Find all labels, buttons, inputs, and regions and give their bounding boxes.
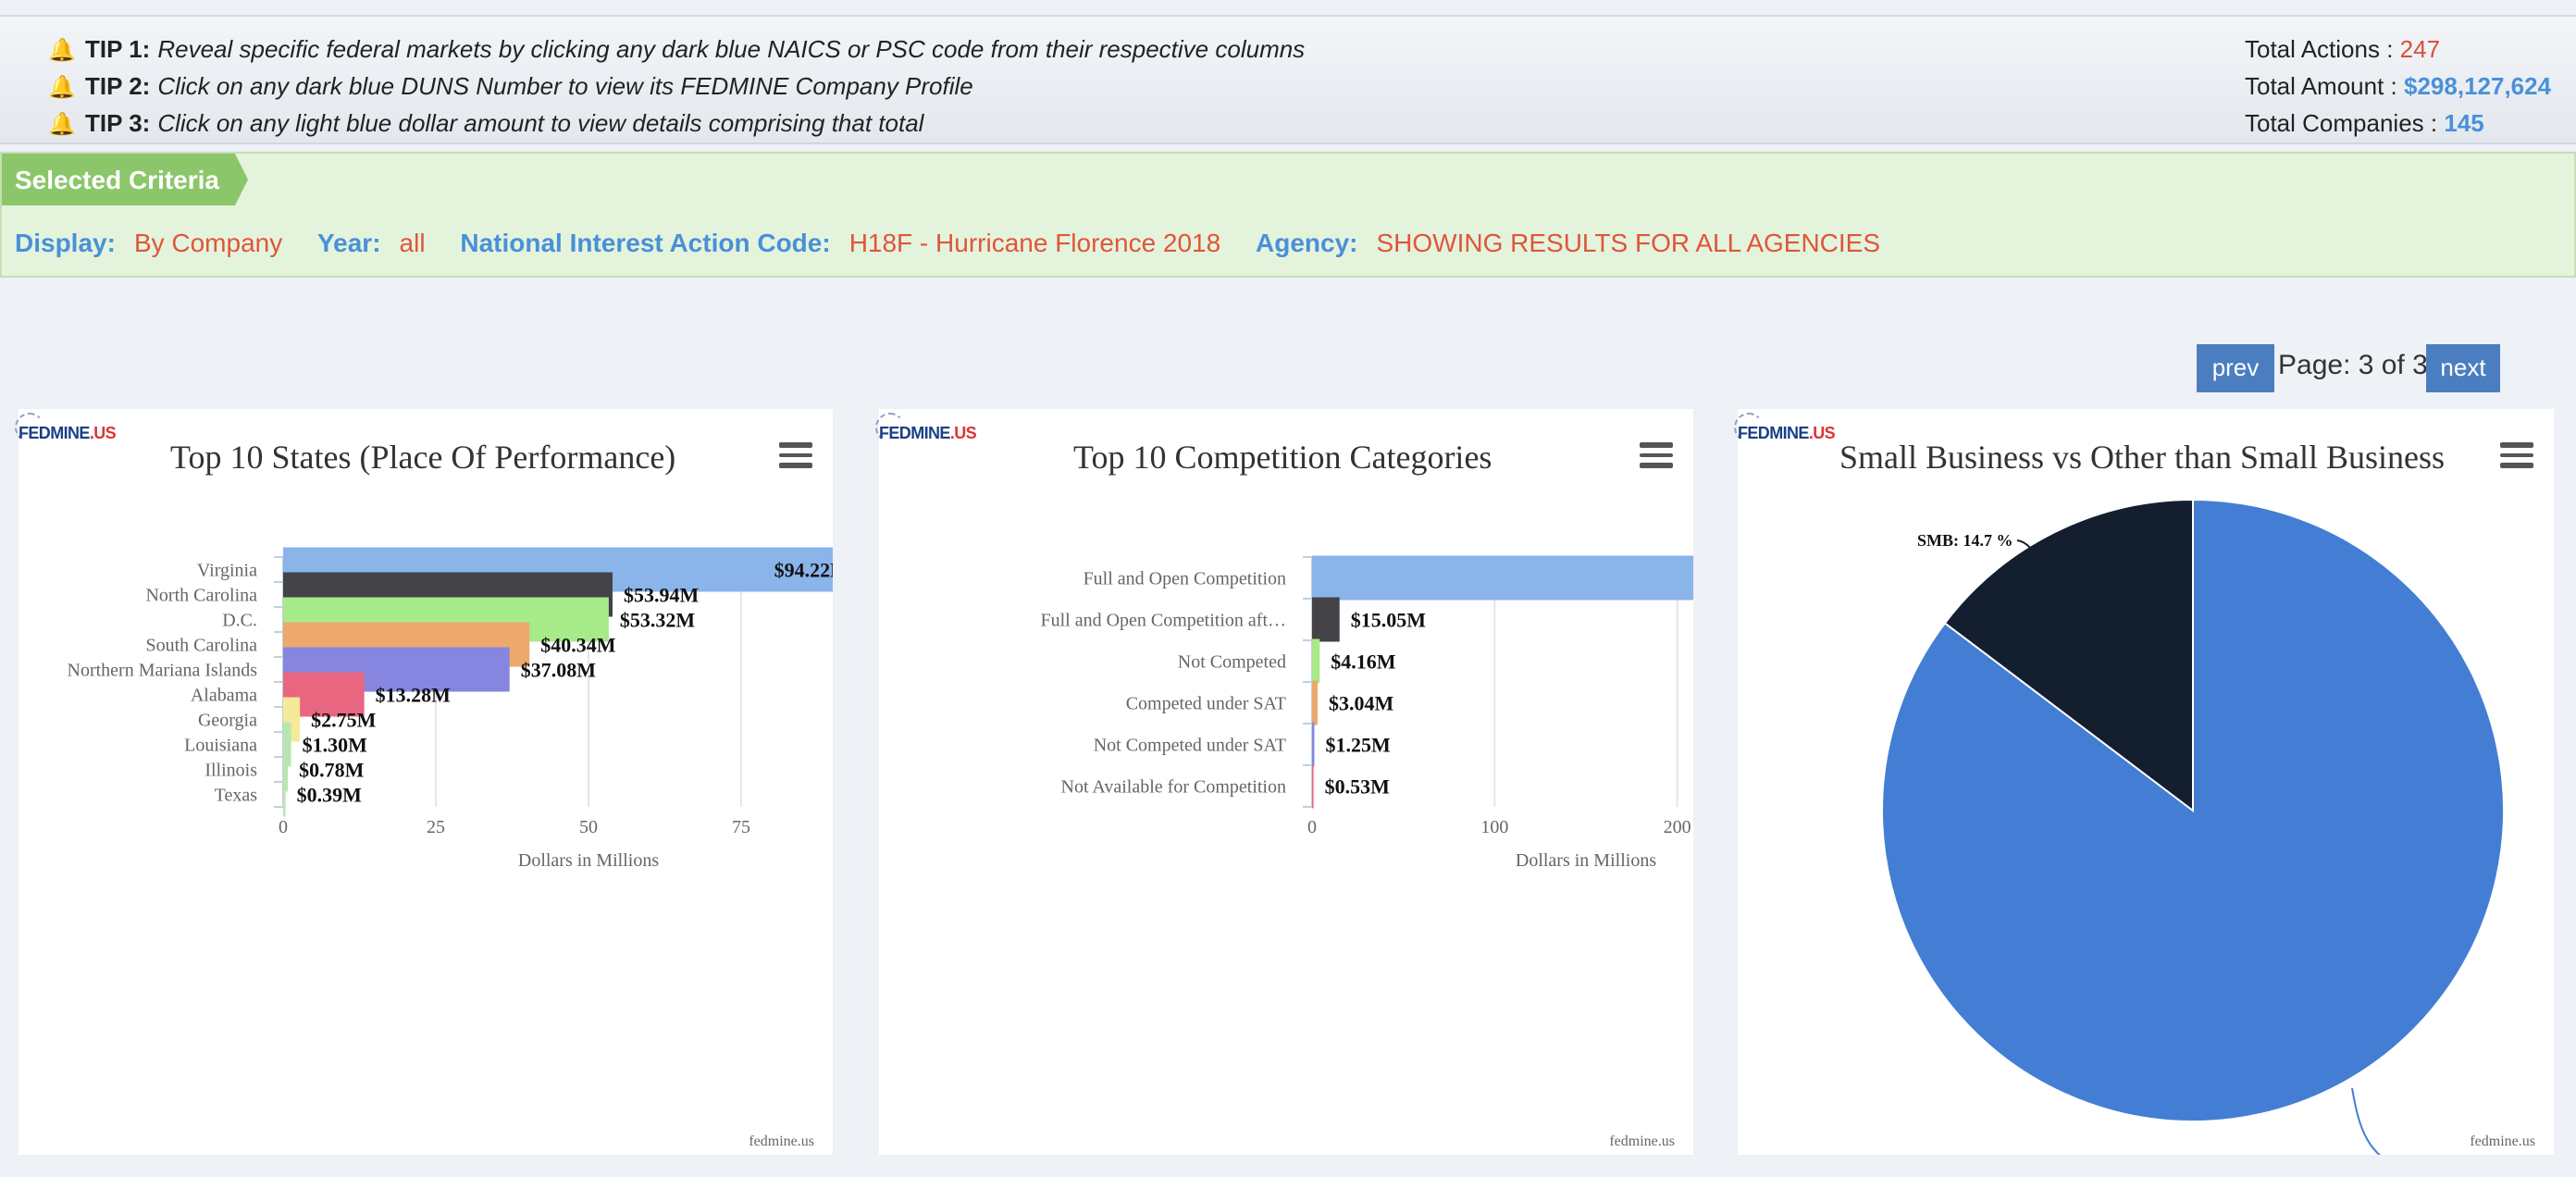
x-tick-label: 100 (1480, 817, 1508, 837)
category-label: Virginia (197, 561, 257, 581)
data-label: $2.75M (311, 709, 377, 732)
category-label: Louisiana (184, 736, 257, 756)
bar (1312, 763, 1314, 809)
tip-label: TIP 1: (85, 35, 151, 63)
data-label: $40.34M (540, 634, 616, 657)
total-amount: Total Amount : $298,127,624 (2245, 72, 2551, 100)
tip-text: Click on any dark blue DUNS Number to vi… (157, 72, 973, 100)
agency-label: Agency: (1256, 228, 1358, 257)
bar-chart-states: 0255075100Virginia$94.22MNorth Carolina$… (68, 547, 833, 871)
display-value: By Company (133, 228, 283, 257)
bar (1312, 555, 1693, 601)
total-companies-label: Total Companies : (2245, 109, 2445, 137)
x-tick-label: 25 (427, 817, 445, 837)
total-amount-label: Total Amount : (2245, 72, 2404, 100)
total-amount-value[interactable]: $298,127,624 (2404, 72, 2551, 100)
tip-label: TIP 2: (85, 72, 151, 100)
category-label: Georgia (198, 711, 257, 731)
bar (1312, 597, 1340, 642)
total-companies: Total Companies : 145 (2245, 109, 2484, 137)
category-label: Full and Open Competition (1084, 569, 1286, 589)
x-tick-label: 0 (1307, 817, 1317, 837)
data-label: $94.22M (774, 559, 833, 582)
page-indicator: Page: 3 of 3 (2278, 350, 2428, 381)
category-label: D.C. (222, 611, 257, 631)
bell-icon: 🔔 (48, 37, 76, 63)
page: 🔔 TIP 1: Reveal specific federal markets b… (0, 0, 2576, 1177)
data-label: $1.25M (1325, 734, 1391, 757)
tip-label: TIP 3: (85, 109, 151, 137)
category-label: North Carolina (145, 586, 257, 606)
category-label: Illinois (204, 761, 257, 781)
x-tick-label: 200 (1664, 817, 1691, 837)
bar (1312, 722, 1315, 767)
data-label: $4.16M (1331, 650, 1396, 674)
data-label: $53.32M (620, 609, 696, 632)
data-label: $0.39M (297, 784, 363, 807)
next-button[interactable]: next (2426, 344, 2500, 392)
selected-criteria-panel: Selected Criteria Display: By Company Yea… (0, 152, 2576, 278)
category-label: Texas (215, 786, 258, 806)
category-label: South Carolina (145, 636, 257, 656)
otsb-connector (2351, 1087, 2381, 1155)
x-tick-label: 50 (579, 817, 598, 837)
business-size-chart-panel: FEDMINE.US Small Business vs Other than … (1734, 409, 2554, 1155)
bar-chart-competition: 0100200300Full and Open Competition$274.… (1040, 555, 1693, 871)
tip-2: 🔔 TIP 2: Click on any dark blue DUNS Numbe… (48, 72, 973, 100)
niac-label: National Interest Action Code: (460, 228, 831, 257)
x-axis-title: Dollars in Millions (518, 850, 659, 871)
total-actions-label: Total Actions : (2245, 35, 2400, 63)
data-label: $15.05M (1351, 609, 1427, 632)
criteria-row: Display: By Company Year: all National Int… (15, 228, 1908, 257)
bar (283, 772, 286, 817)
category-label: Alabama (191, 686, 257, 706)
total-actions-value: 247 (2399, 35, 2441, 63)
x-tick-label: 0 (279, 817, 288, 837)
category-label: Not Available for Competition (1061, 777, 1286, 798)
total-actions: Total Actions : 247 (2245, 35, 2440, 63)
pie-chart-business-size: SMB: 14.7 %OTSB: 85.3 % (1881, 498, 2505, 1155)
tip-1: 🔔 TIP 1: Reveal specific federal markets b… (48, 35, 1305, 63)
total-companies-value[interactable]: 145 (2444, 109, 2483, 137)
smb-data-label: SMB: 14.7 % (1917, 531, 2013, 550)
tip-text: Reveal specific federal markets by click… (157, 35, 1306, 63)
chart-credit: fedmine.us (749, 1133, 814, 1149)
bell-icon: 🔔 (48, 111, 76, 137)
x-tick-label: 75 (732, 817, 750, 837)
category-label: Competed under SAT (1126, 694, 1286, 714)
states-chart-panel: FEDMINE.US Top 10 States (Place Of Perfo… (15, 409, 833, 1155)
bar (1312, 638, 1320, 684)
data-label: $13.28M (376, 684, 452, 707)
tips-bar: 🔔 TIP 1: Reveal specific federal markets b… (0, 15, 2576, 144)
data-label: $1.30M (303, 734, 368, 757)
prev-button[interactable]: prev (2197, 344, 2274, 392)
year-value: all (399, 228, 426, 257)
data-label: $0.53M (1325, 775, 1391, 799)
category-label: Not Competed under SAT (1094, 736, 1286, 756)
chart-credit: fedmine.us (2470, 1133, 2535, 1149)
data-label: $53.94M (624, 584, 700, 607)
data-label: $3.04M (1329, 692, 1394, 715)
niac-value: H18F - Hurricane Florence 2018 (848, 228, 1221, 257)
competition-chart-panel: FEDMINE.US Top 10 Competition Categories… (875, 409, 1693, 1155)
bar (1312, 680, 1318, 725)
agency-value: SHOWING RESULTS FOR ALL AGENCIES (1376, 228, 1881, 257)
x-axis-title: Dollars in Millions (1516, 850, 1656, 871)
display-label: Display: (15, 228, 116, 257)
tip-3: 🔔 TIP 3: Click on any light blue dollar am… (48, 109, 923, 137)
category-label: Full and Open Competition aft… (1040, 611, 1286, 631)
year-label: Year: (317, 228, 381, 257)
category-label: Northern Mariana Islands (68, 661, 258, 681)
data-label: $0.78M (299, 759, 365, 782)
tip-text: Click on any light blue dollar amount to… (157, 109, 924, 137)
data-label: $37.08M (521, 659, 597, 682)
chart-credit: fedmine.us (1609, 1133, 1675, 1149)
category-label: Not Competed (1178, 652, 1286, 673)
bell-icon: 🔔 (48, 74, 76, 100)
selected-criteria-tab: Selected Criteria (2, 154, 248, 205)
